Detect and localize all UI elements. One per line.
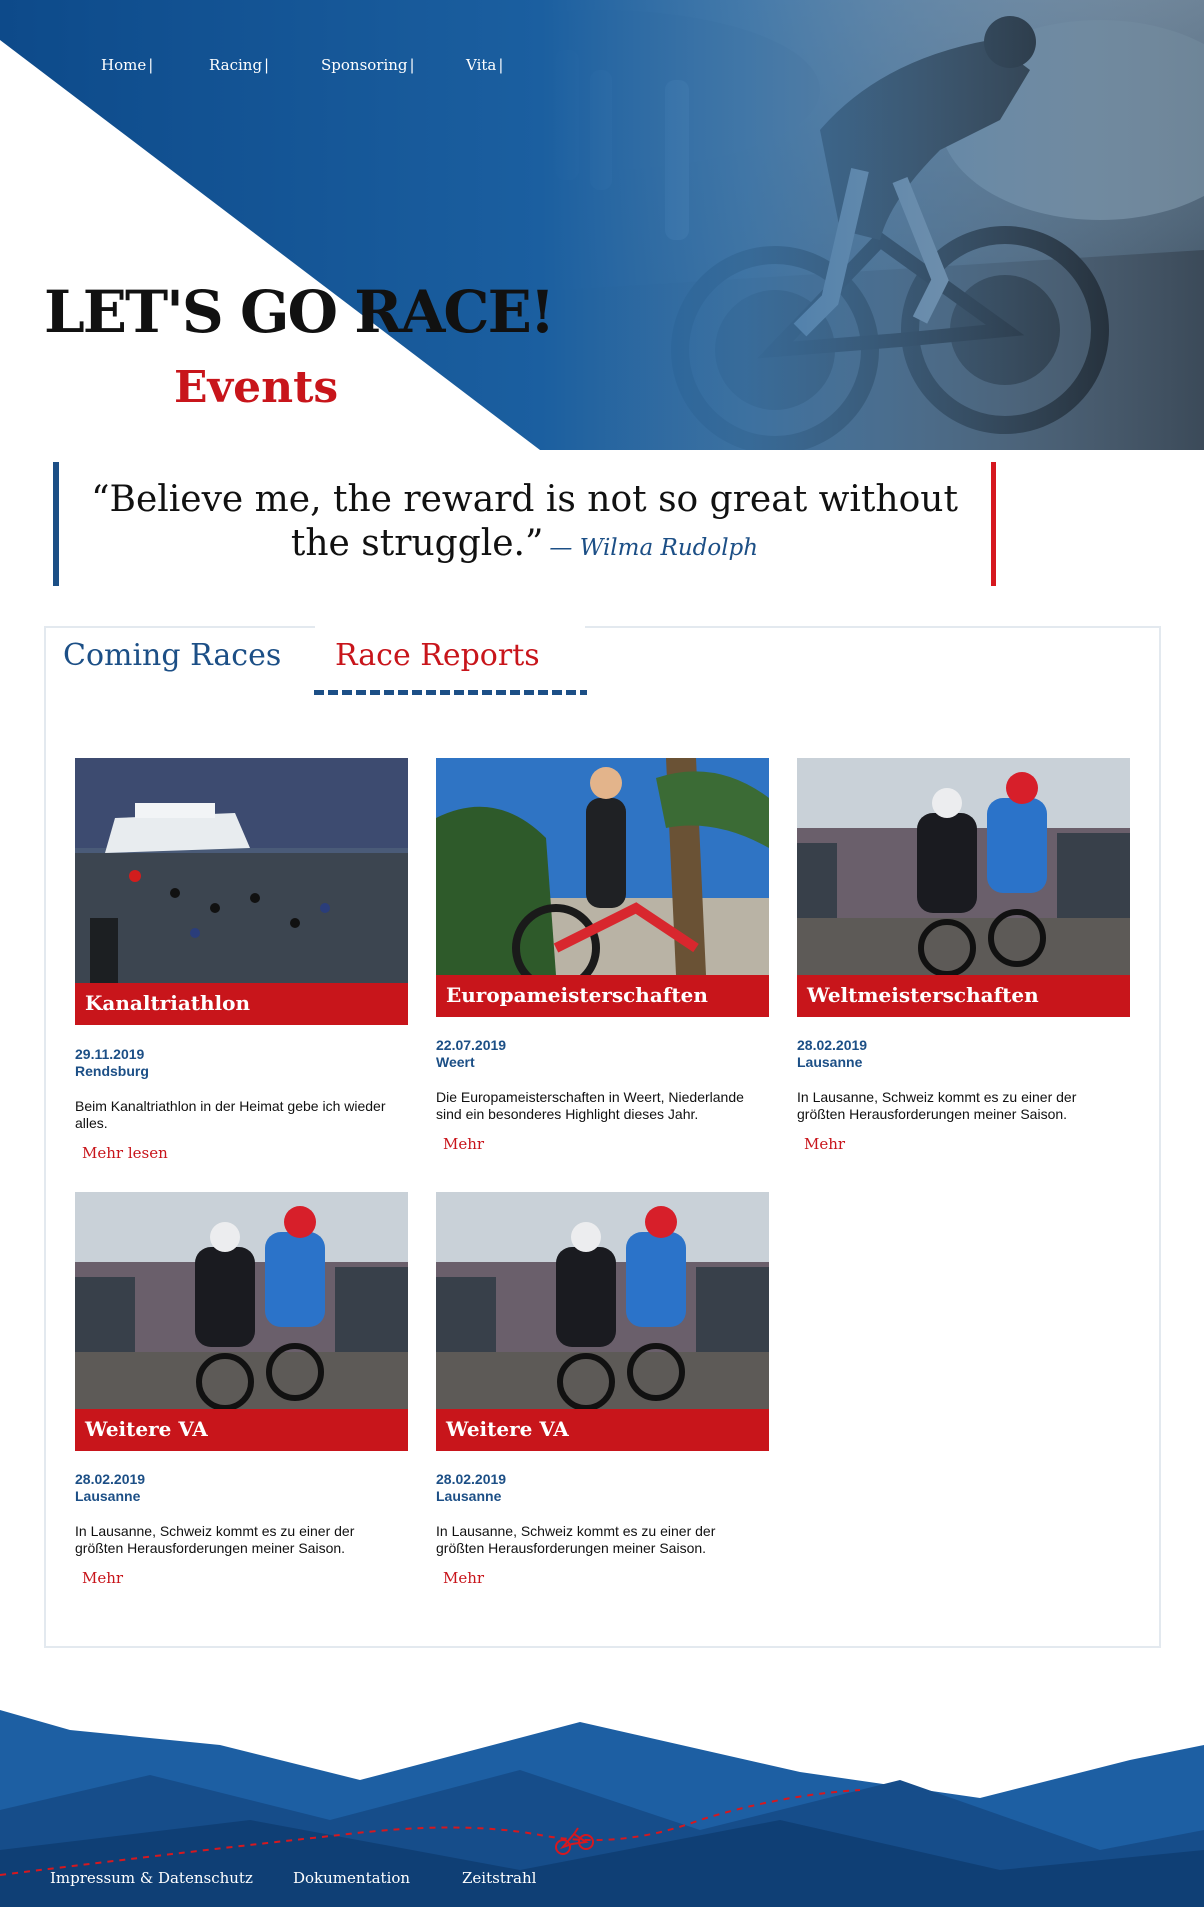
read-more-link[interactable]: Mehr	[443, 1135, 484, 1153]
event-card-weltmeisterschaften[interactable]: Weltmeisterschaften 28.02.2019 Lausanne …	[797, 758, 1130, 1158]
card-place: Lausanne	[797, 1054, 863, 1070]
nav-item-vita[interactable]: Vita |	[466, 56, 503, 74]
card-date: 29.11.2019	[75, 1046, 145, 1062]
card-title: Kanaltriathlon	[85, 991, 251, 1015]
nav-item-home[interactable]: Home |	[101, 56, 153, 74]
quote-text: “Believe me, the reward is not so great …	[91, 479, 958, 564]
card-title-bar: Weltmeisterschaften	[797, 975, 1130, 1017]
card-image	[797, 758, 1130, 975]
tab-race-reports[interactable]: Race Reports	[335, 638, 540, 673]
card-description: In Lausanne, Schweiz kommt es zu einer d…	[75, 1523, 355, 1556]
card-date: 28.02.2019	[75, 1471, 146, 1487]
read-more-link[interactable]: Mehr lesen	[82, 1144, 168, 1162]
card-title-bar: Kanaltriathlon	[75, 983, 408, 1025]
page-subtitle: Events	[174, 362, 339, 413]
card-description: In Lausanne, Schweiz kommt es zu einer d…	[436, 1523, 716, 1556]
nav-item-sponsoring[interactable]: Sponsoring |	[321, 56, 415, 74]
footer-link-impressum[interactable]: Impressum & Datenschutz	[50, 1869, 253, 1887]
card-image	[436, 758, 769, 975]
quote-bar-right	[991, 462, 996, 586]
card-title: Weltmeisterschaften	[807, 983, 1039, 1007]
active-tab-indicator	[314, 690, 587, 695]
cyclists-race-image	[75, 1192, 408, 1409]
card-date: 28.02.2019	[436, 1471, 507, 1487]
event-card-weitere-va-2[interactable]: Weitere VA 28.02.2019 Lausanne In Lausan…	[436, 1192, 769, 1592]
card-place: Lausanne	[75, 1488, 141, 1504]
event-card-weitere-va[interactable]: Weitere VA 28.02.2019 Lausanne In Lausan…	[75, 1192, 408, 1592]
footer-link-dokumentation[interactable]: Dokumentation	[293, 1869, 410, 1887]
card-place: Weert	[436, 1054, 475, 1070]
nav-item-racing[interactable]: Racing |	[209, 56, 269, 74]
card-title-bar: Weitere VA	[436, 1409, 769, 1451]
page-title: LET'S GO RACE!	[44, 278, 555, 346]
cyclists-race-image	[436, 1192, 769, 1409]
quote-bar-left	[53, 462, 59, 586]
event-card-europameisterschaften[interactable]: Europameisterschaften 22.07.2019 Weert D…	[436, 758, 769, 1158]
card-image	[75, 758, 408, 983]
card-title-bar: Weitere VA	[75, 1409, 408, 1451]
site-footer: Impressum & Datenschutz Dokumentation Ze…	[0, 1700, 1204, 1907]
cyclists-race-image	[797, 758, 1130, 975]
main-nav: Home | Racing | Sponsoring | Vita |	[0, 56, 600, 76]
card-title: Weitere VA	[446, 1417, 569, 1441]
read-more-link[interactable]: Mehr	[443, 1569, 484, 1587]
footer-link-zeitstrahl[interactable]: Zeitstrahl	[462, 1869, 536, 1887]
event-card-kanaltriathlon[interactable]: Kanaltriathlon 29.11.2019 Rendsburg Beim…	[75, 758, 408, 1168]
card-description: Die Europameisterschaften in Weert, Nied…	[436, 1089, 744, 1122]
card-title: Weitere VA	[85, 1417, 208, 1441]
card-title-bar: Europameisterschaften	[436, 975, 769, 1017]
card-date: 22.07.2019	[436, 1037, 507, 1053]
card-place: Lausanne	[436, 1488, 502, 1504]
tab-coming-races[interactable]: Coming Races	[63, 638, 281, 673]
card-image	[436, 1192, 769, 1409]
read-more-link[interactable]: Mehr	[804, 1135, 845, 1153]
quote-block: “Believe me, the reward is not so great …	[53, 462, 996, 586]
ship-swim-image	[75, 758, 408, 983]
card-date: 28.02.2019	[797, 1037, 868, 1053]
quote-author: — Wilma Rudolph	[549, 535, 759, 561]
card-description: Beim Kanaltriathlon in der Heimat gebe i…	[75, 1098, 386, 1131]
athlete-bike-image	[436, 758, 769, 975]
read-more-link[interactable]: Mehr	[82, 1569, 123, 1587]
quote-text-wrap: “Believe me, the reward is not so great …	[75, 478, 974, 570]
card-title: Europameisterschaften	[446, 983, 708, 1007]
footer-nav: Impressum & Datenschutz Dokumentation Ze…	[0, 1869, 1204, 1891]
card-description: In Lausanne, Schweiz kommt es zu einer d…	[797, 1089, 1077, 1122]
card-image	[75, 1192, 408, 1409]
hero-section: Home | Racing | Sponsoring | Vita | LET'S GO…	[0, 0, 1204, 450]
card-place: Rendsburg	[75, 1063, 149, 1079]
